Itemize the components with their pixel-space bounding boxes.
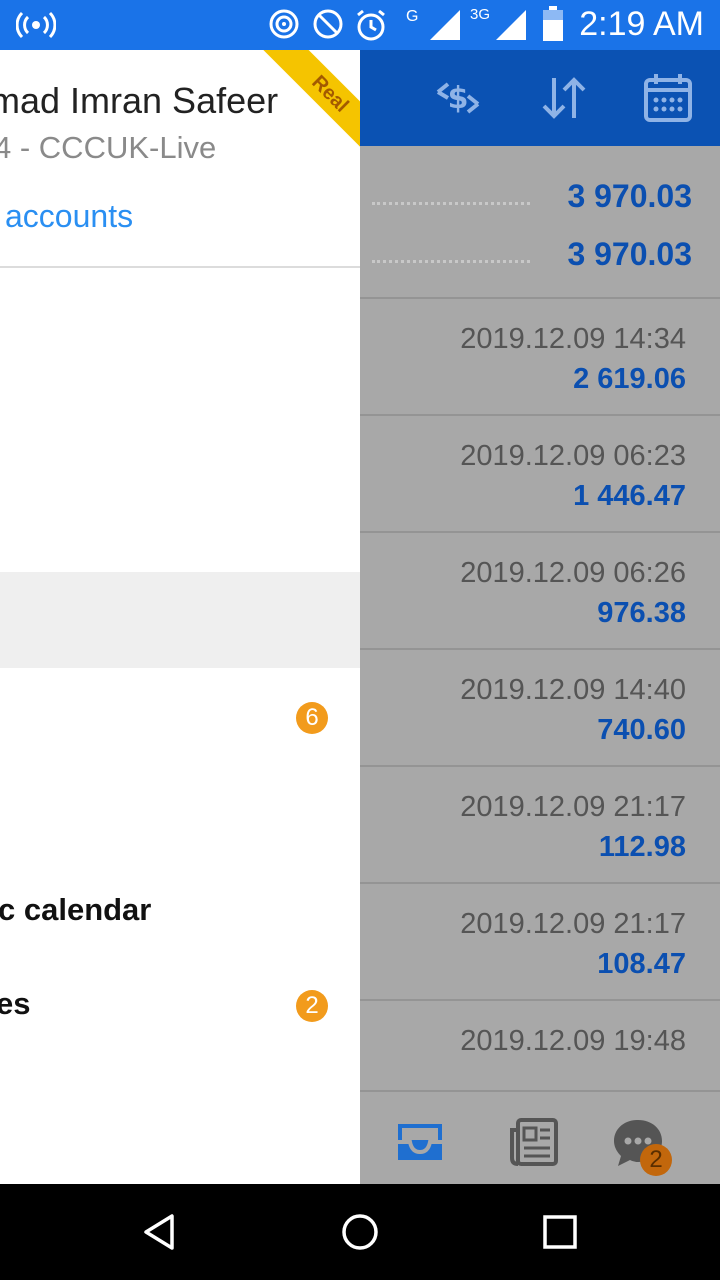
alarm-icon [357, 9, 385, 41]
signal-icon [430, 10, 460, 40]
notification-badge: 6 [296, 702, 328, 734]
dotted-leader [372, 202, 530, 205]
navigation-drawer: mad Imran Safeer 4 - CCCUK-Live accounts… [0, 50, 360, 1184]
nfc-icon [269, 9, 299, 39]
back-icon[interactable] [140, 1212, 180, 1252]
deal-row[interactable]: 2019.12.09 19:48 [360, 1001, 720, 1090]
deal-datetime: 2019.12.09 21:17 [460, 908, 686, 940]
home-icon[interactable] [340, 1212, 380, 1252]
deal-datetime: 2019.12.09 06:26 [460, 557, 686, 589]
deal-datetime: 2019.12.09 14:40 [460, 674, 686, 706]
dotted-leader [372, 260, 530, 263]
notification-badge: 2 [296, 990, 328, 1022]
svg-text:$: $ [448, 81, 469, 116]
menu-item-label: es [0, 986, 31, 1021]
deal-datetime: 2019.12.09 06:23 [460, 440, 686, 472]
trade-history-panel: $ 3 970.03 3 970.03 2019.12.09 14:34 2 6… [360, 50, 720, 1186]
currency-exchange-icon[interactable]: $ [430, 70, 486, 126]
deal-row[interactable]: 2019.12.09 14:40 740.60 [360, 650, 720, 767]
deal-amount: 1 446.47 [573, 480, 686, 512]
equity-row: 3 970.03 [360, 226, 720, 284]
deal-amount: 740.60 [597, 714, 686, 746]
signal-3g-icon [496, 10, 526, 40]
deal-amount: 112.98 [598, 831, 686, 863]
deal-row[interactable]: 2019.12.09 21:17 112.98 [360, 767, 720, 884]
chat-badge: 2 [640, 1144, 672, 1176]
menu-item-label: c calendar [0, 892, 152, 927]
inbox-icon[interactable] [392, 1114, 448, 1170]
bottom-navigation: 2 [360, 1090, 720, 1186]
system-navigation-bar [0, 1184, 720, 1280]
calendar-icon[interactable] [640, 70, 696, 126]
sort-icon[interactable] [536, 70, 592, 126]
menu-item-economic-calendar[interactable]: c calendar [0, 860, 360, 956]
deal-amount: 976.38 [597, 597, 686, 629]
drawer-divider [0, 266, 360, 268]
equity-value: 3 970.03 [567, 236, 692, 272]
menu-item-messages[interactable]: es 2 [0, 956, 360, 1052]
deal-row[interactable]: 2019.12.09 06:26 976.38 [360, 533, 720, 650]
news-icon[interactable] [506, 1114, 562, 1170]
deal-row[interactable]: 2019.12.09 06:23 1 446.47 [360, 416, 720, 533]
account-info: 4 - CCCUK-Live [0, 130, 217, 165]
ribbon-label: Real [262, 50, 360, 150]
do-not-disturb-icon [313, 9, 343, 39]
manage-accounts-link[interactable]: accounts [5, 198, 133, 235]
hotspot-icon [16, 11, 56, 39]
recents-icon[interactable] [540, 1212, 580, 1252]
deal-row[interactable]: 2019.12.09 21:17 108.47 [360, 884, 720, 1001]
menu-item-mailbox[interactable]: 6 [0, 670, 360, 766]
network-3g-label: 3G [470, 6, 491, 23]
deal-amount: 108.47 [597, 948, 686, 980]
clock: 2:19 AM [579, 5, 704, 43]
deal-datetime: 2019.12.09 21:17 [460, 791, 686, 823]
status-bar: G 3G 2:19 AM [0, 0, 720, 50]
menu-item-selected[interactable] [0, 572, 360, 668]
battery-icon [543, 6, 563, 41]
balance-value: 3 970.03 [567, 178, 692, 214]
deal-amount: 2 619.06 [573, 363, 686, 395]
deal-datetime: 2019.12.09 19:48 [460, 1025, 686, 1057]
app-bar: $ [360, 50, 720, 146]
deal-datetime: 2019.12.09 14:34 [460, 323, 686, 355]
real-account-ribbon: Real [260, 50, 360, 150]
balance-row: 3 970.03 [360, 168, 720, 226]
network-type-label: G [406, 8, 419, 25]
deal-row[interactable]: 2019.12.09 14:34 2 619.06 [360, 299, 720, 416]
user-name: mad Imran Safeer [0, 80, 279, 121]
